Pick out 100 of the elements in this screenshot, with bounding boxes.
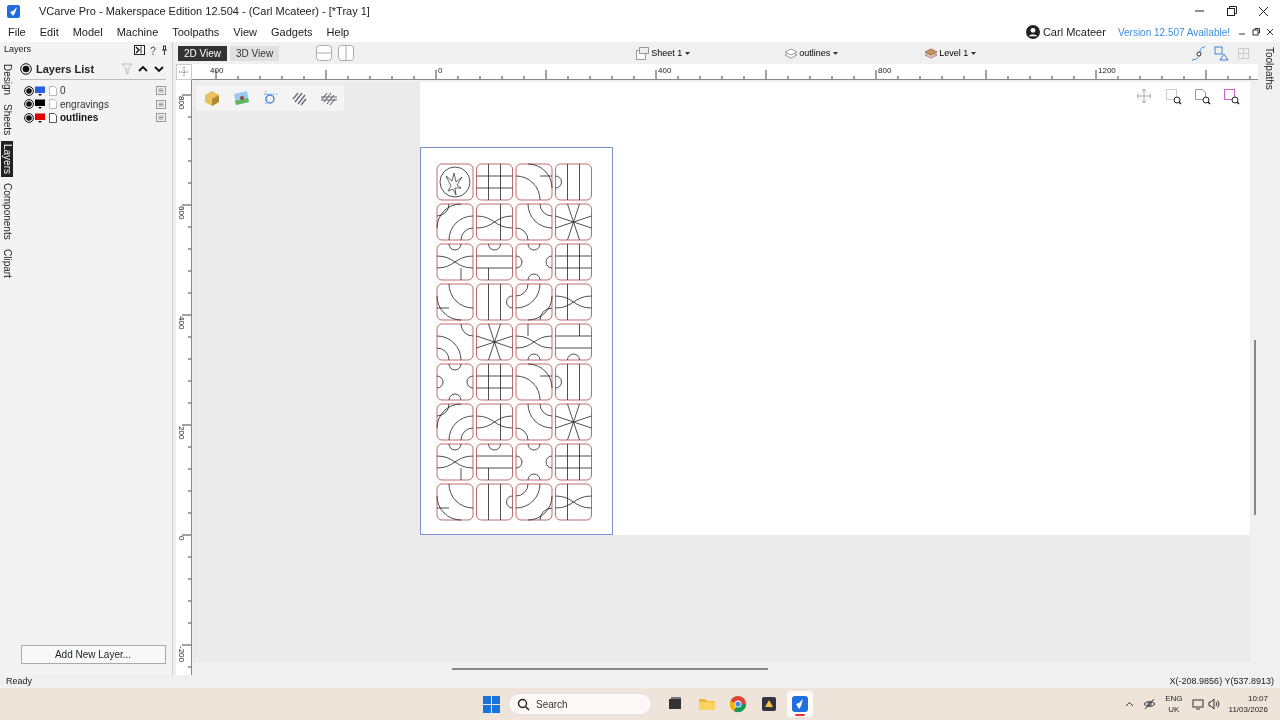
speaker-icon[interactable] <box>1207 698 1220 710</box>
menu-item[interactable]: Edit <box>32 23 66 41</box>
tile-drawing <box>436 243 474 281</box>
layer-color-icon[interactable] <box>35 112 45 123</box>
language-label[interactable]: ENG <box>1165 693 1183 704</box>
sheet-icon <box>636 46 650 60</box>
pin-icon[interactable] <box>161 45 168 55</box>
tile-drawing <box>515 203 553 241</box>
visibility-icon[interactable] <box>24 85 34 96</box>
hidden-eye-icon[interactable] <box>1143 698 1157 710</box>
app-logo-icon <box>791 695 809 713</box>
menu-item[interactable]: Toolpaths <box>165 23 227 41</box>
layer-name[interactable]: 0 <box>60 83 66 99</box>
layer-menu-icon[interactable] <box>156 99 166 109</box>
region-label[interactable]: UK <box>1168 704 1180 715</box>
view-tab[interactable]: 2D View <box>178 45 228 61</box>
circle-select-icon[interactable] <box>261 89 279 107</box>
zoom-page-icon[interactable] <box>1194 88 1211 105</box>
status-text: Ready <box>6 674 32 688</box>
ruler-label: 200 <box>177 426 186 440</box>
menu-item[interactable]: Help <box>319 23 357 41</box>
side-tab[interactable]: Components <box>1 180 13 243</box>
clock-date[interactable]: 11/03/2026 <box>1228 704 1268 715</box>
zoom-box-icon[interactable] <box>1165 88 1182 105</box>
ruler-label: 0 <box>177 536 186 541</box>
user-icon[interactable] <box>1025 25 1040 39</box>
page-icon <box>49 99 57 110</box>
tool-app-icon <box>760 695 778 713</box>
menu-item[interactable]: Machine <box>109 23 166 41</box>
ruler-label: 400 <box>210 66 224 75</box>
browser-icon <box>729 695 747 713</box>
monitor-icon[interactable] <box>1191 698 1204 710</box>
restore-icon[interactable] <box>1226 5 1237 17</box>
clock-time[interactable]: 10:07 <box>1247 693 1268 704</box>
side-tab[interactable]: Design <box>1 61 13 99</box>
tile-drawing <box>436 403 474 441</box>
windows-start-icon[interactable] <box>483 695 500 713</box>
cursor-coordinates: X(-208.9856) Y(537.8913) <box>1169 674 1274 688</box>
dropdown-button[interactable]: outlines <box>799 48 839 58</box>
shapes-icon[interactable] <box>1214 45 1229 61</box>
close-icon[interactable] <box>1266 28 1274 36</box>
search-field[interactable]: Search <box>508 693 652 715</box>
chevron-up-icon[interactable] <box>1125 701 1135 707</box>
tile-drawing <box>436 283 474 321</box>
stacked-sheets-icon <box>924 46 938 60</box>
tile-drawing <box>436 323 474 361</box>
user-name[interactable]: Carl Mcateer <box>1042 23 1106 41</box>
page-icon <box>49 112 57 123</box>
update-link[interactable]: Version 12.507 Available! <box>1117 24 1230 40</box>
image-icon[interactable] <box>232 89 250 107</box>
layer-color-icon[interactable] <box>35 85 45 96</box>
zoom-selection-icon[interactable] <box>1223 88 1240 105</box>
help-icon[interactable] <box>150 45 156 55</box>
ruler-label: 0 <box>438 66 443 75</box>
radio-icon <box>20 63 32 75</box>
caret-icon <box>833 51 839 55</box>
dropdown-button[interactable]: Level 1 <box>939 48 977 58</box>
side-tab[interactable]: Clipart <box>1 246 13 281</box>
ruler-label: 400 <box>177 316 186 330</box>
layer-color-icon[interactable] <box>35 99 45 110</box>
taskbar-app[interactable] <box>787 691 813 717</box>
page-icon <box>49 85 57 96</box>
menu-item[interactable]: File <box>1 23 33 41</box>
visibility-icon[interactable] <box>24 99 34 110</box>
visibility-icon[interactable] <box>24 112 34 123</box>
tile-drawing <box>436 163 474 201</box>
layer-name[interactable]: engravings <box>60 96 109 112</box>
ruler-label: -200 <box>177 646 186 662</box>
layer-menu-icon[interactable] <box>156 86 166 96</box>
add-layer-button[interactable]: Add New Layer... <box>20 645 166 664</box>
tile-drawing <box>515 483 553 521</box>
ruler-label: 400 <box>658 66 672 75</box>
menu-item[interactable]: View <box>226 23 264 41</box>
tile-drawing <box>515 403 553 441</box>
cube-icon[interactable] <box>203 89 221 107</box>
scrollbar-thumb[interactable] <box>1254 340 1256 515</box>
side-tab[interactable]: Toolpaths <box>1263 44 1275 93</box>
tile-drawing <box>436 443 474 481</box>
tile-drawing <box>555 203 592 241</box>
tile-drawing <box>476 483 513 521</box>
tile-drawing <box>476 283 513 321</box>
scrollbar-thumb[interactable] <box>452 668 768 670</box>
tile-drawing <box>436 203 474 241</box>
ruler-label: 800 <box>878 66 892 75</box>
layer-name[interactable]: outlines <box>60 110 99 126</box>
side-tab[interactable]: Sheets <box>1 101 13 139</box>
side-tab[interactable]: Layers <box>1 141 13 178</box>
ruler-label: 800 <box>177 96 186 110</box>
dropdown-button[interactable]: Sheet 1 <box>651 48 691 58</box>
tile-drawing <box>515 323 553 361</box>
close-icon[interactable] <box>1258 5 1269 17</box>
layer-menu-icon[interactable] <box>156 113 166 123</box>
layers-icon <box>784 46 798 60</box>
view-tab[interactable]: 3D View <box>230 45 280 61</box>
menu-item[interactable]: Model <box>65 23 110 41</box>
snap-icon[interactable] <box>1191 45 1206 61</box>
collapse-panel-icon[interactable] <box>134 45 145 55</box>
caret-icon <box>971 51 977 55</box>
restore-icon[interactable] <box>1252 28 1260 36</box>
menu-item[interactable]: Gadgets <box>264 23 320 41</box>
